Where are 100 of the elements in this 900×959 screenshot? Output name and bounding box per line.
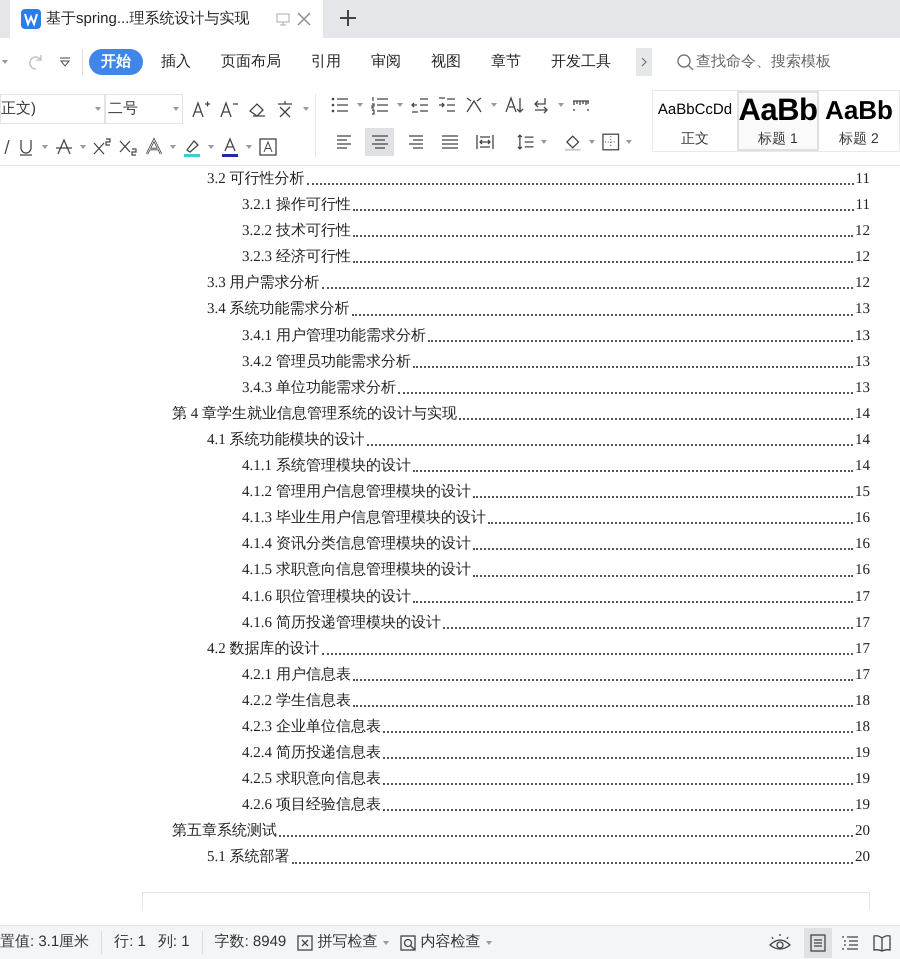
page-number: 17: [855, 640, 870, 659]
dropdown-caret-icon[interactable]: [208, 144, 214, 150]
toc-entry[interactable]: 4.2.6 项目经验信息表: [242, 792, 381, 818]
style-preset[interactable]: AaBbCcDd 正文: [653, 91, 737, 151]
toc-entry[interactable]: 4.1 系统功能模块的设计: [207, 426, 364, 454]
page-number: 13: [855, 378, 870, 398]
toc-entry[interactable]: 3.2.2 技术可行性: [242, 218, 351, 244]
style-preset[interactable]: AaBb 标题 1: [737, 91, 819, 151]
toc-entry[interactable]: 3.2.1 操作可行性: [242, 192, 351, 218]
check-button[interactable]: 内容检查: [399, 931, 492, 954]
ribbon-tab[interactable]: 视图: [422, 49, 470, 75]
dropdown-caret-icon[interactable]: [170, 144, 176, 150]
toc-entry[interactable]: 4.2.3 企业单位信息表: [242, 714, 381, 740]
phonetic-guide-icon[interactable]: [275, 99, 295, 120]
page-number: 11: [856, 170, 870, 189]
numbered-list-icon[interactable]: [370, 94, 390, 115]
page-number: 13: [855, 326, 870, 346]
page-view-button[interactable]: [804, 928, 832, 958]
align-center-button[interactable]: [365, 128, 394, 156]
dropdown-caret-icon[interactable]: [80, 144, 86, 150]
style-name: 标题 2: [839, 129, 879, 148]
ribbon-tab[interactable]: 审阅: [362, 49, 410, 75]
toc-entry[interactable]: 5.1 系统部署: [207, 844, 290, 871]
dropdown-caret-icon[interactable]: [95, 106, 101, 112]
toc-entry[interactable]: 第五章系统测试: [172, 818, 277, 844]
close-icon[interactable]: [296, 11, 312, 27]
ribbon-tab[interactable]: 章节: [482, 49, 530, 75]
dropdown-caret-icon[interactable]: [558, 102, 564, 108]
status-text: 置值: 3.1厘米: [0, 932, 90, 952]
dropdown-caret-icon[interactable]: [173, 106, 179, 112]
page-number: 20: [855, 822, 870, 842]
character-border-icon[interactable]: [258, 136, 278, 157]
toc-entry[interactable]: 4.2.2 学生信息表: [242, 688, 351, 714]
toc-entry[interactable]: 4.1.6 简历投递管理模块的设计: [242, 610, 441, 636]
font-name-field[interactable]: 正文): [0, 94, 105, 124]
dropdown-caret-icon[interactable]: [42, 144, 48, 150]
style-preset[interactable]: AaBb 标题 2: [819, 91, 899, 151]
page-number: 16: [855, 509, 870, 528]
page-number: 17: [855, 588, 870, 606]
style-preview: AaBbCcDd: [658, 100, 732, 120]
borders-icon[interactable]: [600, 132, 620, 152]
toc-entry[interactable]: 第 4 章学生就业信息管理系统的设计与实现: [172, 400, 457, 427]
shrink-font-icon[interactable]: [219, 99, 239, 120]
page-number: 16: [855, 535, 870, 554]
dropdown-caret-icon[interactable]: [626, 139, 632, 146]
style-name: 正文: [681, 129, 709, 148]
dropdown-caret-icon[interactable]: [2, 59, 8, 65]
ribbon-tab[interactable]: 开发工具: [542, 49, 620, 75]
ribbon-tab[interactable]: 引用: [302, 49, 350, 75]
search-field[interactable]: 查找命令、搜索模板: [676, 50, 831, 74]
sort-icon[interactable]: [504, 94, 524, 115]
dropdown-caret-icon[interactable]: [303, 106, 309, 112]
asian-layout-icon[interactable]: [464, 94, 484, 115]
font-color-icon[interactable]: [220, 136, 240, 157]
page-number: 19: [855, 770, 870, 790]
grow-font-icon[interactable]: [191, 99, 211, 120]
toc-entry[interactable]: 4.1.1 系统管理模块的设计: [242, 453, 411, 480]
document-tab[interactable]: 基于spring...理系统设计与实现: [10, 0, 323, 38]
ribbon-tab[interactable]: 开始: [89, 49, 143, 75]
page-number: 20: [855, 848, 870, 868]
ribbon-tab[interactable]: 插入: [152, 49, 200, 75]
toc-entry[interactable]: 4.1.6 职位管理模块的设计: [242, 584, 411, 610]
check-button[interactable]: 拼写检查: [296, 931, 390, 954]
toc-entry[interactable]: 3.2.3 经济可行性: [242, 244, 351, 270]
bullet-list-icon[interactable]: [330, 94, 350, 115]
strikethrough-icon[interactable]: [54, 136, 74, 157]
customize-icon[interactable]: [58, 55, 72, 69]
toc-entry[interactable]: 4.1.4 资讯分类信息管理模块的设计: [242, 531, 471, 558]
status-text: 行: 1: [101, 931, 146, 954]
toc-entry[interactable]: 4.2.5 求职意向信息表: [242, 766, 381, 792]
dropdown-caret-icon[interactable]: [397, 102, 403, 108]
add-tab-icon[interactable]: [339, 9, 357, 27]
superscript-icon[interactable]: [92, 136, 112, 157]
page-number: 12: [855, 222, 870, 242]
toc-entry[interactable]: 4.1.2 管理用户信息管理模块的设计: [242, 479, 471, 506]
toc-entry[interactable]: 4.2 数据库的设计: [207, 636, 320, 662]
dropdown-caret-icon[interactable]: [246, 144, 252, 150]
toc-entry[interactable]: 3.3 用户需求分析: [207, 270, 320, 296]
more-tabs-icon[interactable]: [636, 48, 652, 76]
toc-entry[interactable]: 4.2.1 用户信息表: [242, 662, 351, 688]
text-effect-icon[interactable]: [144, 136, 164, 157]
toc-entry[interactable]: 3.2 可行性分析: [207, 166, 304, 192]
font-size-field[interactable]: 二号: [105, 94, 183, 124]
ribbon-tab[interactable]: 页面布局: [212, 49, 290, 75]
dropdown-caret-icon[interactable]: [491, 102, 497, 108]
dropdown-caret-icon[interactable]: [588, 139, 595, 146]
toc-entry[interactable]: 4.2.4 简历投递信息表: [242, 740, 381, 766]
dropdown-caret-icon[interactable]: [541, 139, 548, 146]
dropdown-caret-icon[interactable]: [357, 102, 363, 108]
line-spacing-icon[interactable]: [516, 132, 536, 152]
toc-entry[interactable]: 4.1.5 求职意向信息管理模块的设计: [242, 557, 471, 584]
toc-entry[interactable]: 4.1.3 毕业生用户信息管理模块的设计: [242, 505, 486, 532]
search-icon: [676, 53, 694, 71]
toc-entry[interactable]: 3.4.1 用户管理功能需求分析: [242, 322, 426, 349]
toc-entry[interactable]: 3.4 系统功能需求分析: [207, 296, 350, 323]
page-number: 19: [855, 796, 870, 816]
toc-entry[interactable]: 3.4.2 管理员功能需求分析: [242, 348, 411, 375]
spell-check-icon: [296, 934, 314, 952]
eye-icon[interactable]: [768, 932, 792, 952]
toc-entry[interactable]: 3.4.3 单位功能需求分析: [242, 374, 396, 401]
